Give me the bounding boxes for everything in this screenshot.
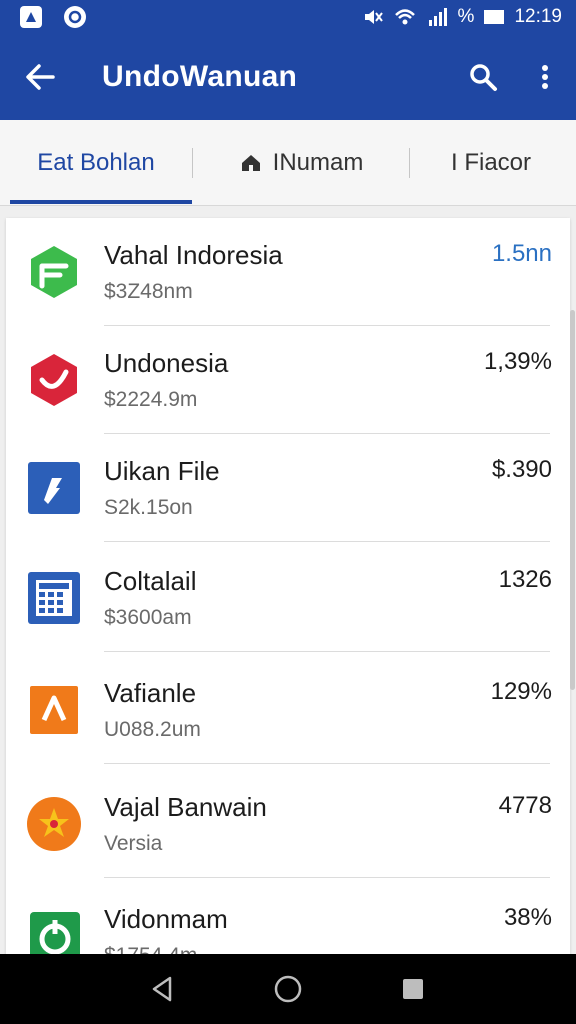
notification-circle-icon: [64, 6, 86, 28]
blue-calculator-icon: [24, 568, 84, 628]
list-item[interactable]: Vahal Indoresia $3Z48nm 1.5nn: [6, 218, 570, 326]
search-button[interactable]: [452, 34, 514, 120]
more-vert-icon: [542, 65, 548, 89]
app-bar: UndoWanuan: [0, 34, 576, 120]
list-item[interactable]: Vafianle U088.2um 129%: [6, 656, 570, 764]
item-value: 1326: [498, 566, 552, 593]
system-nav-bar: [0, 954, 576, 1024]
item-value: 1.5nn: [491, 240, 552, 267]
tab-eat-bohlan[interactable]: Eat Bohlan: [0, 120, 192, 206]
home-icon: [239, 151, 263, 175]
tab-label: Eat Bohlan: [37, 148, 155, 176]
item-subtitle: $3Z48nm: [104, 280, 193, 303]
back-button[interactable]: [0, 34, 80, 120]
list-item[interactable]: Uikan File S2k.15on $.390: [6, 434, 570, 542]
item-subtitle: S2k.15on: [104, 496, 193, 519]
more-options-button[interactable]: [514, 34, 576, 120]
tab-bar: Eat Bohlan INumam I Fiacor: [0, 120, 576, 206]
nav-back-button[interactable]: [133, 959, 193, 1019]
clock: 12:19: [514, 6, 562, 27]
item-title: Uikan File: [104, 456, 220, 486]
list-item[interactable]: Vidonmam $1754.4m 38%: [6, 882, 570, 960]
divider: [104, 651, 550, 652]
divider: [104, 541, 550, 542]
item-value: 129%: [490, 678, 552, 705]
list-item[interactable]: Coltalail $3600am 1326: [6, 544, 570, 652]
scrollbar[interactable]: [570, 310, 575, 690]
green-hexagon-icon: [24, 242, 84, 302]
tab-label: INumam: [272, 148, 364, 176]
recents-square-icon: [403, 979, 424, 999]
item-title: Undonesia: [104, 348, 229, 378]
page-title: UndoWanuan: [102, 60, 298, 93]
item-title: Vidonmam: [104, 904, 228, 934]
orange-star-icon: [24, 794, 84, 854]
back-triangle-icon: [152, 976, 171, 1002]
item-subtitle: U088.2um: [104, 718, 201, 741]
divider: [104, 877, 550, 878]
divider: [104, 763, 550, 764]
tab-fiacor[interactable]: I Fiacor: [410, 120, 572, 206]
item-title: Vafianle: [104, 678, 197, 708]
orange-arrow-icon: [24, 680, 84, 740]
wifi-icon: [394, 9, 415, 25]
item-title: Vajal Banwain: [104, 792, 267, 822]
battery-icon: [484, 10, 505, 24]
battery-text: %: [457, 6, 475, 27]
item-subtitle: $3600am: [104, 606, 192, 629]
signal-icon: [428, 8, 447, 26]
red-hexagon-icon: [24, 350, 84, 410]
tab-label: I Fiacor: [450, 148, 531, 176]
list-item[interactable]: Undonesia $2224.9m 1,39%: [6, 326, 570, 434]
item-value: 4778: [498, 792, 552, 819]
back-arrow-icon: [26, 64, 55, 90]
item-value: 1,39%: [483, 348, 552, 375]
item-value: 38%: [503, 904, 552, 931]
nav-home-button[interactable]: [258, 959, 318, 1019]
item-title: Vahal Indoresia: [104, 240, 283, 270]
blue-document-icon: [24, 458, 84, 518]
list-item[interactable]: Vajal Banwain Versia 4778: [6, 770, 570, 878]
item-value: $.390: [491, 456, 552, 483]
status-bar: % 12:19: [0, 0, 576, 34]
notification-a-icon: [20, 6, 42, 28]
item-subtitle: $2224.9m: [104, 388, 198, 411]
home-circle-icon: [274, 975, 302, 1003]
mute-icon: [364, 10, 383, 24]
tab-inumam[interactable]: INumam: [193, 120, 409, 206]
app-list: Vahal Indoresia $3Z48nm 1.5nn Undonesia …: [6, 218, 570, 960]
nav-recents-button[interactable]: [383, 959, 443, 1019]
green-circle-icon: [24, 906, 84, 960]
search-icon: [470, 64, 497, 91]
item-subtitle: Versia: [104, 832, 163, 855]
item-title: Coltalail: [104, 566, 197, 596]
